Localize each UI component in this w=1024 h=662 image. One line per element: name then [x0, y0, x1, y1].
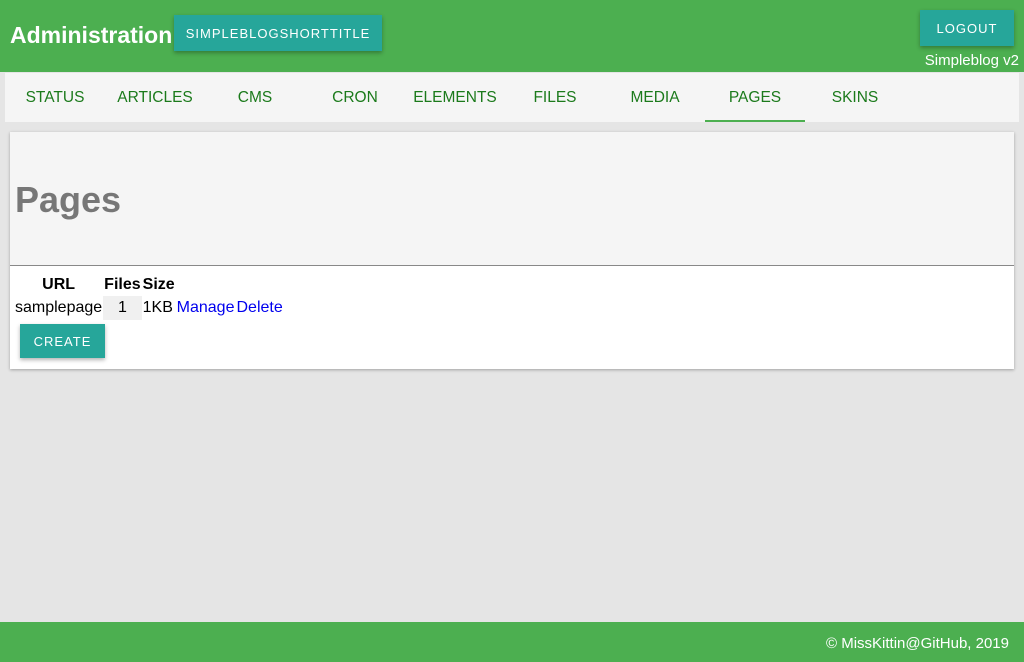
cell-url: samplepage: [15, 299, 103, 316]
main-tabs: STATUS ARTICLES CMS CRON ELEMENTS FILES …: [5, 73, 1019, 122]
table-row: samplepage 1 1KB Manage Delete: [14, 296, 284, 320]
column-header-url: URL: [42, 276, 76, 293]
tab-pages[interactable]: PAGES: [705, 73, 805, 122]
tab-articles[interactable]: ARTICLES: [105, 73, 205, 122]
tab-files[interactable]: FILES: [505, 73, 605, 122]
cell-delete: Delete: [235, 296, 283, 320]
tab-media[interactable]: MEDIA: [605, 73, 705, 122]
delete-link[interactable]: Delete: [236, 299, 282, 316]
page-title: Pages: [15, 179, 122, 220]
version-label: Simpleblog v2: [924, 52, 1019, 69]
pages-card: Pages URL Files Size samplepage 1 1KB Ma…: [10, 132, 1014, 369]
tab-status[interactable]: STATUS: [5, 73, 105, 122]
tab-cms[interactable]: CMS: [205, 73, 305, 122]
top-header: Administration SIMPLEBLOGSHORTTITLE LOGO…: [0, 0, 1024, 72]
column-header-actions-2: [235, 274, 283, 296]
tab-elements[interactable]: ELEMENTS: [405, 73, 505, 122]
manage-link[interactable]: Manage: [177, 299, 235, 316]
footer: © MissKittin@GitHub, 2019: [0, 622, 1024, 662]
table-header-row: URL Files Size: [14, 274, 284, 296]
create-button[interactable]: CREATE: [20, 324, 105, 358]
cell-manage: Manage: [176, 296, 236, 320]
blog-title-button[interactable]: SIMPLEBLOGSHORTTITLE: [174, 15, 382, 51]
footer-copyright: © MissKittin@GitHub, 2019: [825, 635, 1009, 652]
card-header: Pages: [10, 132, 1014, 266]
tab-cron[interactable]: CRON: [305, 73, 405, 122]
cell-size: 1KB: [142, 299, 173, 316]
column-header-files: Files: [104, 276, 141, 293]
logout-button[interactable]: LOGOUT: [920, 10, 1014, 46]
pages-table: URL Files Size samplepage 1 1KB Manage D…: [14, 274, 284, 320]
column-header-actions: [176, 274, 236, 296]
app-title: Administration: [10, 22, 173, 48]
column-header-size: Size: [142, 276, 175, 293]
cell-files: 1: [103, 296, 142, 320]
tab-skins[interactable]: SKINS: [805, 73, 905, 122]
